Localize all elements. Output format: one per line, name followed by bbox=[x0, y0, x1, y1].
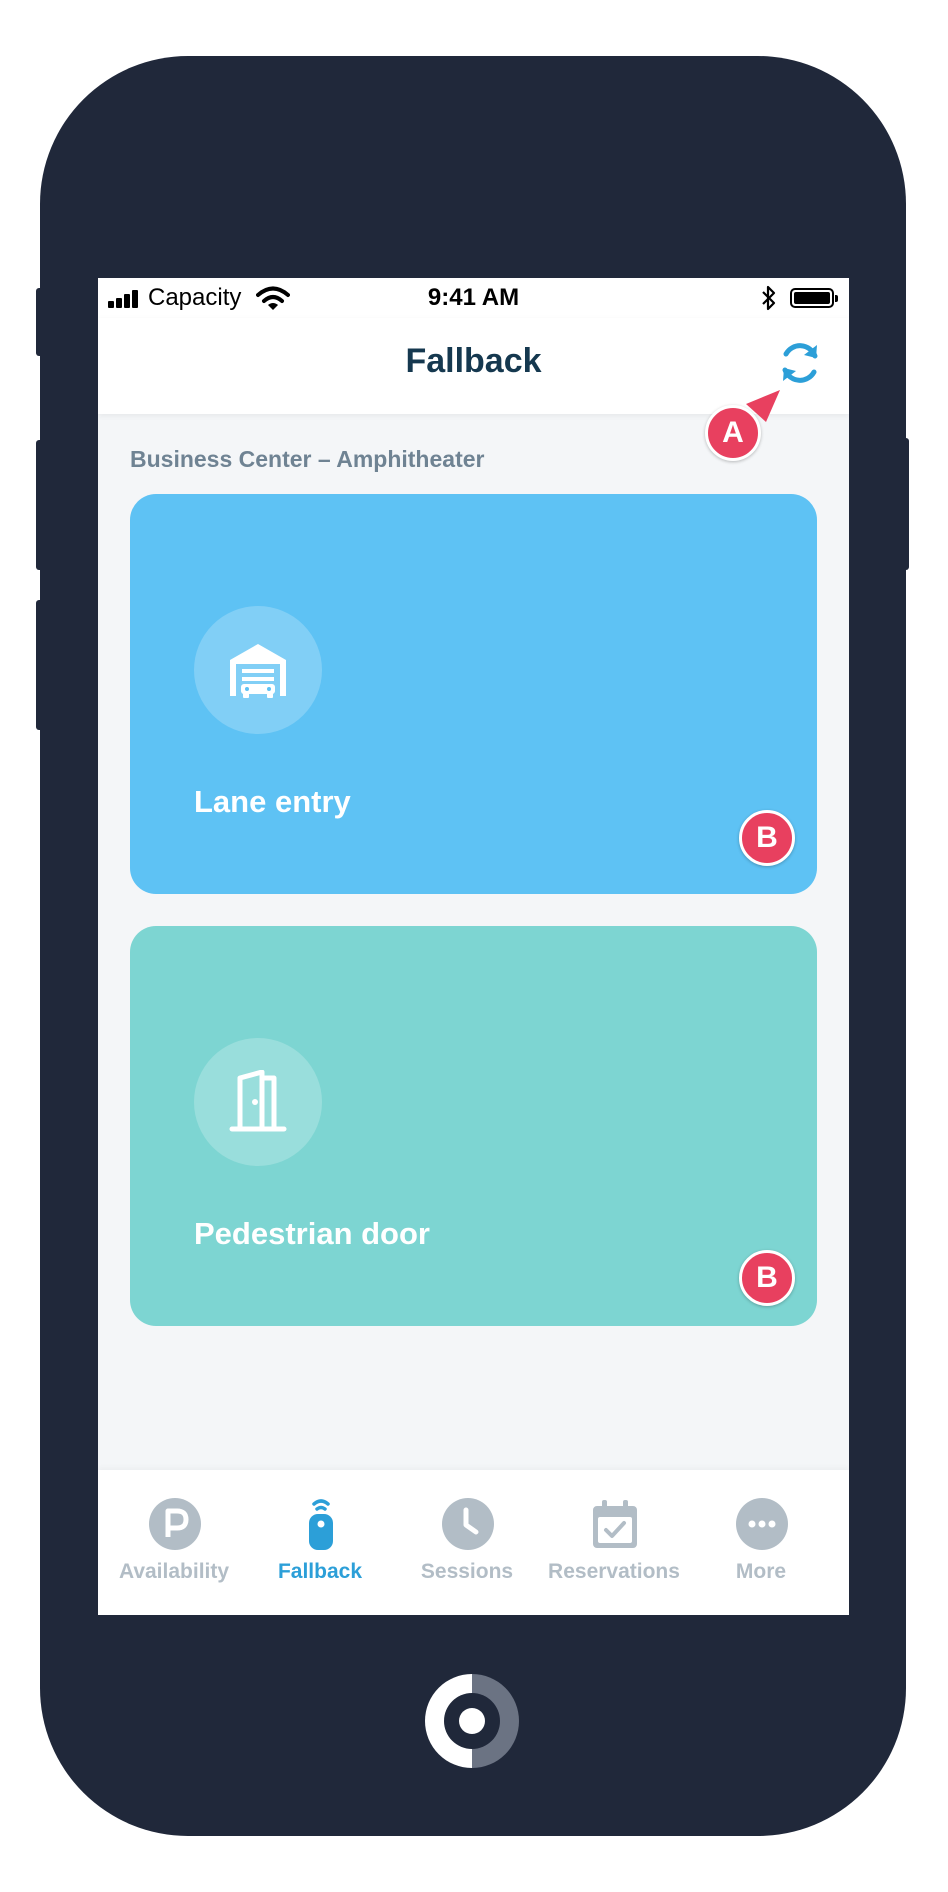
page-title: Fallback bbox=[405, 342, 542, 380]
lane-entry-label: Lane entry bbox=[194, 784, 351, 819]
pedestrian-door-label: Pedestrian door bbox=[194, 1216, 430, 1251]
tab-fallback[interactable]: Fallback bbox=[245, 1470, 395, 1615]
tab-sessions[interactable]: Sessions bbox=[392, 1470, 542, 1615]
section-title: Business Center – Amphitheater bbox=[130, 446, 485, 472]
more-icon bbox=[736, 1498, 788, 1550]
bluetooth-icon bbox=[762, 285, 776, 311]
tab-more[interactable]: More bbox=[686, 1470, 836, 1615]
lane-entry-card[interactable]: Lane entry bbox=[130, 494, 817, 894]
phone-side-button-left-3 bbox=[36, 600, 44, 730]
annotation-marker-a: A bbox=[705, 405, 761, 461]
annotation-marker-b-pedestrian-door: B bbox=[739, 1250, 795, 1306]
refresh-icon[interactable] bbox=[777, 340, 823, 386]
lane-entry-icon-circle bbox=[194, 606, 322, 734]
tab-fallback-label: Fallback bbox=[277, 1560, 363, 1583]
navigation-bar: Fallback bbox=[98, 318, 849, 414]
remote-icon bbox=[309, 1499, 333, 1550]
tab-bar: Availability Fallback Sessions Reservati… bbox=[98, 1470, 849, 1615]
tab-sessions-label: Sessions bbox=[420, 1560, 514, 1583]
clock-icon bbox=[442, 1498, 494, 1550]
tab-reservations[interactable]: Reservations bbox=[539, 1470, 689, 1615]
pedestrian-door-card[interactable]: Pedestrian door bbox=[130, 926, 817, 1326]
tab-availability-label: Availability bbox=[118, 1560, 230, 1583]
parking-icon bbox=[149, 1498, 201, 1550]
annotation-marker-b-lane-entry: B bbox=[739, 810, 795, 866]
battery-icon bbox=[790, 288, 838, 308]
door-icon bbox=[229, 1070, 287, 1132]
phone-side-button-left-1 bbox=[36, 288, 44, 356]
tab-availability[interactable]: Availability bbox=[99, 1470, 249, 1615]
tab-more-label: More bbox=[735, 1560, 787, 1583]
status-time: 9:41 AM bbox=[427, 284, 520, 311]
app-screen: Capacity 9:41 AM Fallback Business Cente… bbox=[98, 278, 849, 1615]
status-bar: Capacity 9:41 AM bbox=[98, 278, 849, 318]
tab-reservations-label: Reservations bbox=[548, 1560, 680, 1583]
phone-side-button-left-2 bbox=[36, 440, 44, 570]
garage-car-icon bbox=[230, 644, 286, 698]
home-button-logo-icon bbox=[425, 1674, 519, 1768]
phone-side-button-right bbox=[900, 438, 909, 570]
calendar-check-icon bbox=[593, 1500, 637, 1548]
pedestrian-door-icon-circle bbox=[194, 1038, 322, 1166]
